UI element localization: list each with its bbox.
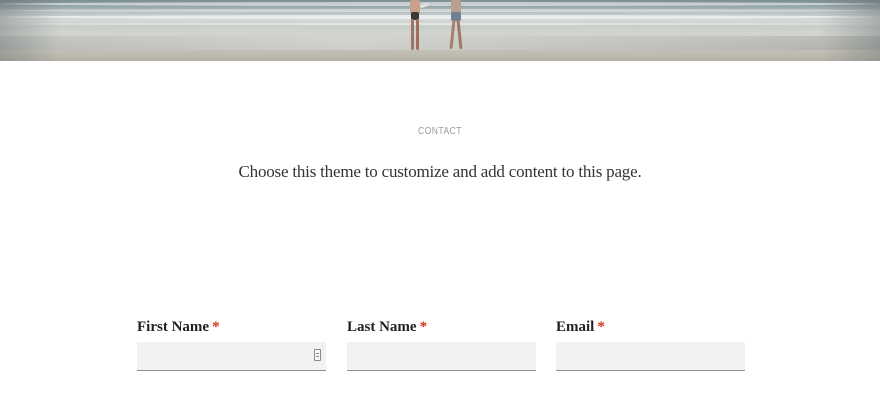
section-eyebrow: CONTACT	[417, 126, 463, 137]
first-name-field-group: First Name *	[137, 318, 326, 371]
wave-crest	[0, 23, 880, 25]
required-asterisk: *	[212, 319, 220, 335]
first-name-label: First Name *	[137, 318, 326, 340]
banner-vignette-right	[820, 0, 880, 61]
wave-crest	[0, 9, 880, 12]
section-lead-text: Choose this theme to customize and add c…	[238, 162, 642, 181]
required-asterisk: *	[419, 319, 428, 335]
email-label-text: Email	[556, 319, 595, 335]
hero-banner-image	[0, 0, 880, 61]
email-field-group: Email *	[556, 318, 745, 371]
email-input[interactable]	[556, 342, 745, 371]
first-name-input[interactable]	[137, 342, 326, 371]
wet-sand-reflection	[0, 36, 880, 50]
person-figure	[408, 0, 430, 52]
email-label: Email *	[556, 318, 745, 340]
required-asterisk: *	[597, 319, 605, 335]
last-name-label-text: Last Name	[347, 319, 417, 335]
last-name-input[interactable]	[347, 342, 536, 371]
wave-crest	[0, 15, 880, 19]
contact-card-autofill-icon[interactable]	[314, 349, 321, 361]
wave-crest	[0, 2, 880, 6]
last-name-field-group: Last Name *	[347, 318, 536, 371]
first-name-label-text: First Name	[137, 319, 210, 335]
banner-vignette-left	[0, 0, 60, 61]
last-name-label: Last Name *	[347, 318, 536, 340]
person-figure	[448, 0, 464, 50]
